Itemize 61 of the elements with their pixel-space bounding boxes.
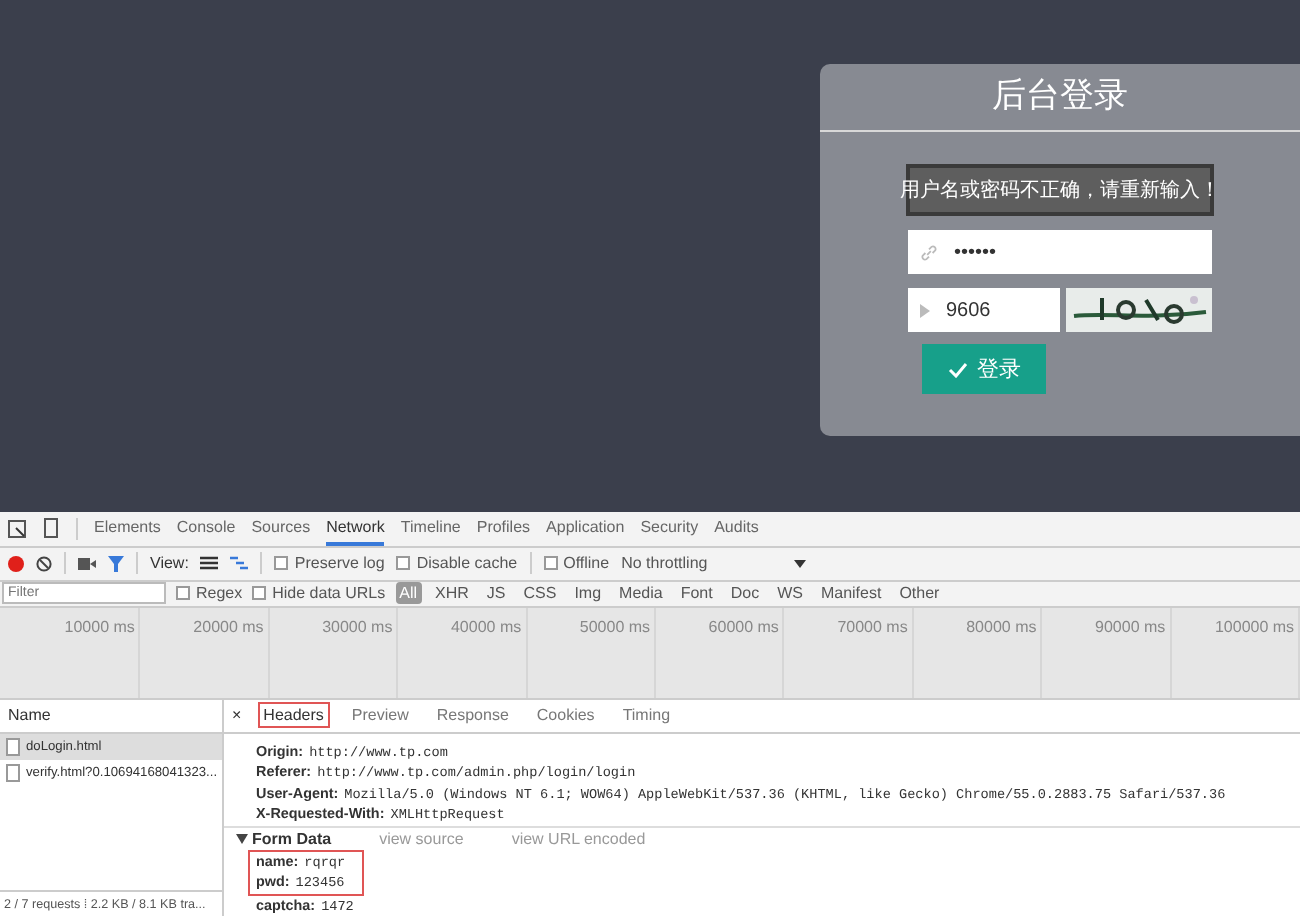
checkbox[interactable]: Offline — [543, 554, 610, 572]
devtools-tab[interactable]: Timeline — [400, 511, 461, 545]
timeline-tick: 50000 ms — [527, 607, 657, 697]
detail-tab[interactable]: Cookies — [530, 702, 601, 728]
type-filter[interactable]: Font — [676, 582, 717, 604]
timeline-tick: 100000 ms — [1171, 607, 1300, 697]
detail-tab[interactable]: Timing — [616, 702, 677, 728]
camera-icon[interactable] — [78, 557, 96, 569]
filter-icon[interactable] — [108, 555, 124, 571]
detail-tab[interactable]: Headers — [257, 702, 330, 728]
detail-tab[interactable]: Preview — [345, 702, 415, 728]
type-filter[interactable]: Media — [615, 582, 667, 604]
type-filter[interactable]: Other — [895, 582, 944, 604]
caret-icon — [920, 303, 930, 317]
devtools-tab[interactable]: Sources — [251, 511, 311, 545]
devtools-tab[interactable]: Elements — [94, 511, 161, 545]
expand-icon[interactable] — [236, 833, 248, 843]
captcha-field[interactable]: 9606 — [908, 288, 1060, 332]
checkbox[interactable]: Hide data URLs — [252, 584, 386, 602]
type-filter[interactable]: Doc — [726, 582, 764, 604]
type-filter[interactable]: Manifest — [816, 582, 886, 604]
devtools-tab[interactable]: Profiles — [476, 511, 531, 545]
type-filter[interactable]: XHR — [431, 582, 473, 604]
type-filter[interactable]: JS — [482, 582, 510, 604]
waterfall-icon[interactable] — [230, 556, 249, 570]
devtools-tab[interactable]: Audits — [714, 511, 759, 545]
timeline-tick: 30000 ms — [269, 607, 399, 697]
check-icon — [947, 361, 967, 377]
clear-icon[interactable] — [36, 555, 52, 571]
detail-tab[interactable]: Response — [430, 702, 515, 728]
list-view-icon[interactable] — [200, 556, 219, 570]
column-header: Name — [8, 706, 51, 724]
password-value: •••••• — [954, 241, 997, 263]
dropdown-icon[interactable] — [793, 559, 806, 567]
login-title: 后台登录 — [992, 74, 1128, 120]
view-label: View: — [150, 554, 189, 572]
timeline-tick: 70000 ms — [784, 607, 914, 697]
timeline-tick: 20000 ms — [140, 607, 270, 697]
timeline-tick: 60000 ms — [656, 607, 785, 697]
type-filter[interactable]: CSS — [519, 582, 561, 604]
devtools-tab[interactable]: Application — [546, 511, 625, 545]
timeline-tick: 40000 ms — [398, 607, 528, 697]
inspect-icon[interactable] — [8, 519, 26, 537]
section-title: Form Data — [252, 829, 332, 847]
devtools-tab[interactable]: Security — [640, 511, 699, 545]
type-filter[interactable]: WS — [773, 582, 807, 604]
link-icon — [920, 243, 938, 261]
device-icon[interactable] — [42, 518, 60, 538]
timeline-tick: 80000 ms — [913, 607, 1043, 697]
password-field[interactable]: •••••• — [908, 230, 1212, 274]
type-filter[interactable]: Img — [570, 582, 606, 604]
devtools-tab[interactable]: Console — [176, 511, 236, 545]
throttling-select[interactable]: No throttling — [621, 554, 782, 572]
checkbox[interactable]: Disable cache — [396, 554, 518, 572]
captcha-value: 9606 — [946, 299, 991, 321]
timeline-tick: 10000 ms — [12, 607, 141, 697]
timeline-tick: 90000 ms — [1042, 607, 1172, 697]
record-icon[interactable] — [8, 555, 24, 571]
checkbox[interactable]: Preserve log — [274, 554, 385, 572]
checkbox[interactable]: Regex — [176, 584, 243, 602]
close-icon[interactable]: × — [232, 706, 242, 724]
